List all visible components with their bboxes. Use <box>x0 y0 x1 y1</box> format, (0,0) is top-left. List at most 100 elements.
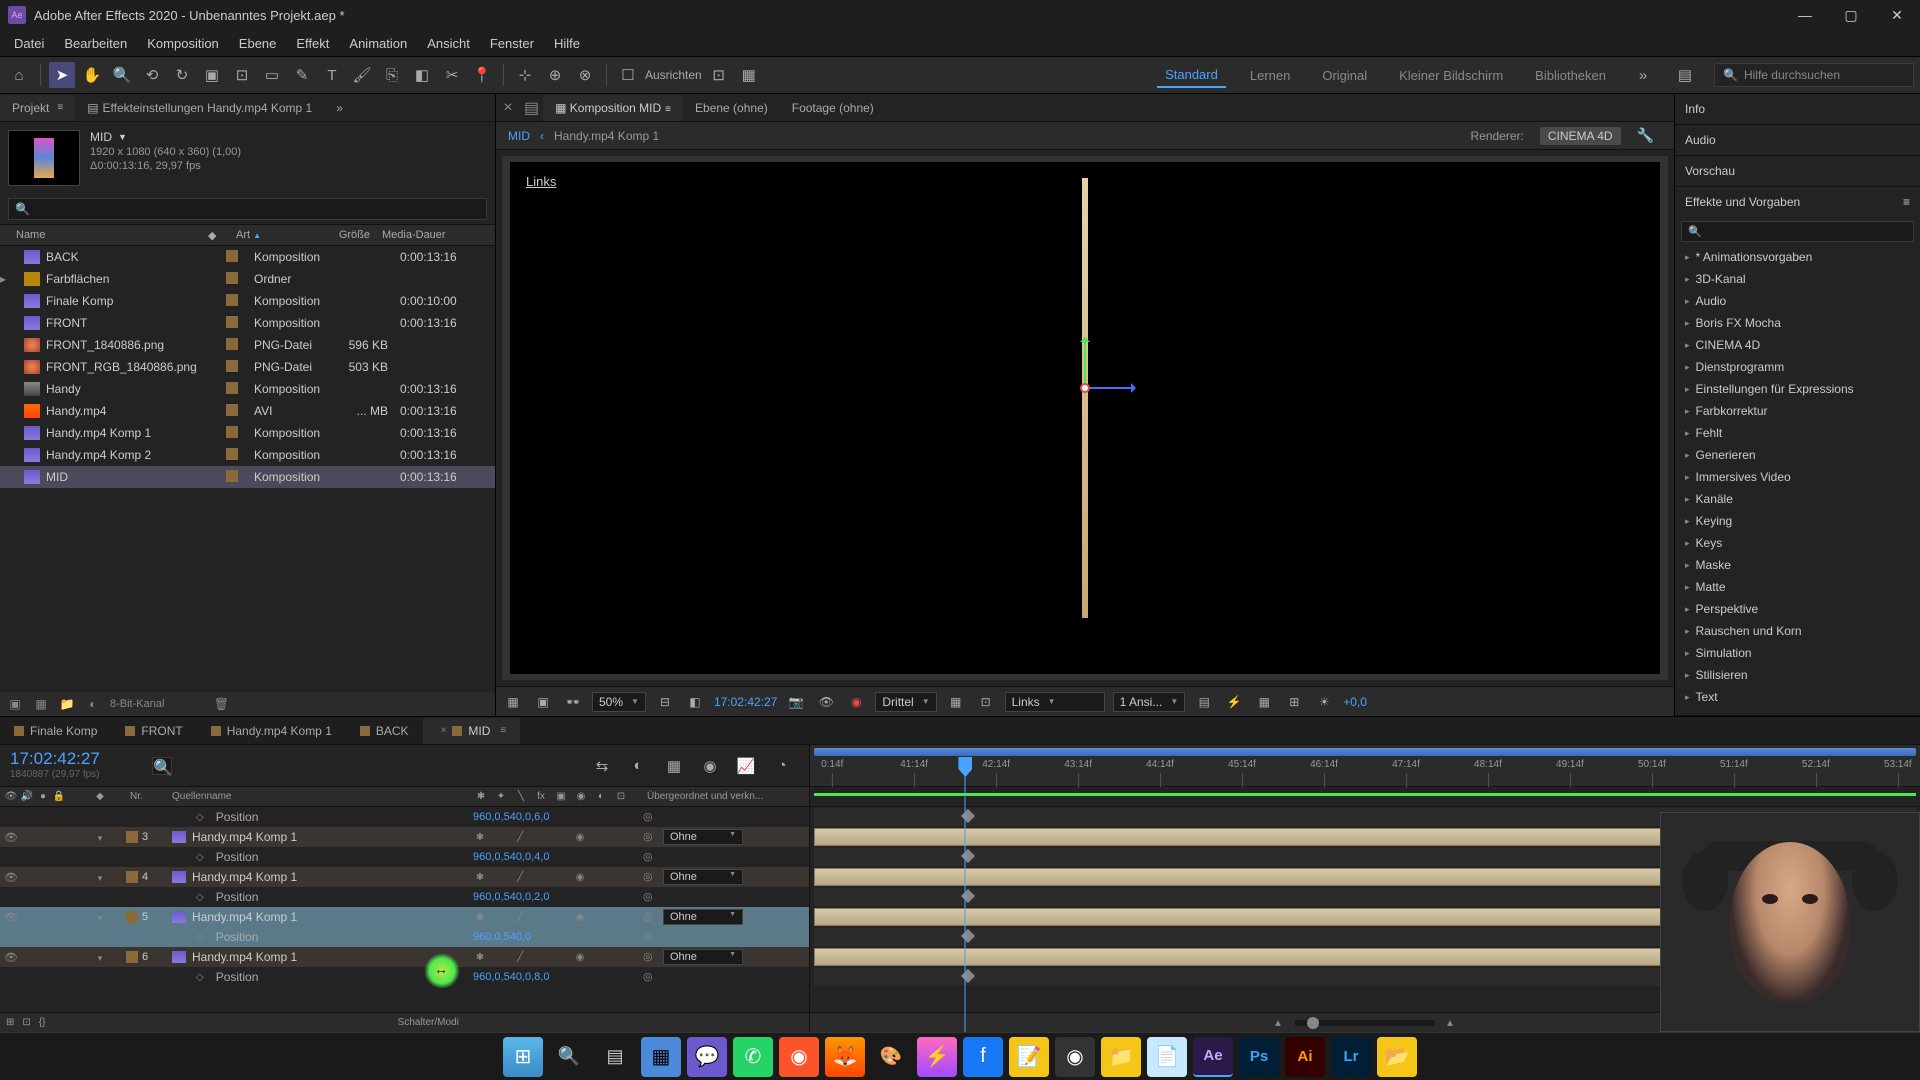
project-item[interactable]: FRONT_1840886.pngPNG-Datei596 KB <box>0 334 495 356</box>
taskbar-app-notepad[interactable]: 📄 <box>1147 1037 1187 1077</box>
menu-file[interactable]: Datei <box>4 32 54 55</box>
menu-effect[interactable]: Effekt <box>286 32 339 55</box>
time-ruler[interactable]: 0:14f41:14f42:14f43:14f44:14f45:14f46:14… <box>810 745 1920 787</box>
tab-footage[interactable]: Footage (ohne) <box>780 95 886 121</box>
adjustment-icon[interactable]: ◐ <box>84 695 102 713</box>
composition-viewer[interactable]: Links <box>502 156 1668 680</box>
hand-tool[interactable]: ✋ <box>79 62 105 88</box>
effects-panel-header[interactable]: Effekte und Vorgaben≡ <box>1675 187 1920 217</box>
viewer-timecode[interactable]: 17:02:42:27 <box>714 695 777 709</box>
menu-window[interactable]: Fenster <box>480 32 544 55</box>
breadcrumb-child[interactable]: Handy.mp4 Komp 1 <box>554 129 659 143</box>
brush-tool[interactable]: 🖌 <box>349 62 375 88</box>
tab-overflow[interactable]: » <box>324 95 355 121</box>
timeline-tab[interactable]: FRONT <box>111 718 196 744</box>
property-row[interactable]: Position960,0,540,0,8,0◎ <box>0 967 809 987</box>
timeline-zoom-slider[interactable] <box>1295 1020 1435 1026</box>
audio-panel-header[interactable]: Audio <box>1675 125 1920 155</box>
mask-toggle-icon[interactable]: 👓 <box>562 691 584 713</box>
taskbar-app-photoshop[interactable]: Ps <box>1239 1037 1279 1077</box>
frame-blend-icon[interactable]: ▦ <box>661 753 687 779</box>
keyframe[interactable] <box>961 969 975 983</box>
keyframe[interactable] <box>961 889 975 903</box>
shy-icon[interactable]: ◔ <box>769 753 795 779</box>
taskbar-app-brave[interactable]: ◉ <box>779 1037 819 1077</box>
col-size[interactable]: Größe <box>322 229 378 241</box>
snapshot-icon[interactable]: 📷 <box>785 691 807 713</box>
exposure-reset-icon[interactable]: ☀ <box>1313 691 1335 713</box>
maximize-button[interactable]: ▢ <box>1828 0 1874 30</box>
taskbar-app-edge[interactable]: ▦ <box>641 1037 681 1077</box>
layer-row[interactable]: 👁▾3Handy.mp4 Komp 1✱╱◉◎Ohne <box>0 827 809 847</box>
transparency-icon[interactable]: ▦ <box>945 691 967 713</box>
view-axis-icon[interactable]: ⊗ <box>572 62 598 88</box>
property-row[interactable]: Position960,0,540,0,6,0◎ <box>0 807 809 827</box>
menu-animation[interactable]: Animation <box>339 32 417 55</box>
work-area-bar[interactable] <box>814 748 1916 756</box>
effect-category[interactable]: ▸Stilisieren <box>1675 664 1920 686</box>
graph-editor-icon[interactable]: 📈 <box>733 753 759 779</box>
taskbar-app-messenger[interactable]: ⚡ <box>917 1037 957 1077</box>
col-source-name[interactable]: Quellenname <box>168 791 469 802</box>
pan-behind-tool[interactable]: ⊡ <box>229 62 255 88</box>
minimize-button[interactable]: — <box>1782 0 1828 30</box>
taskbar-app-figma[interactable]: 🎨 <box>871 1037 911 1077</box>
trash-icon[interactable]: 🗑 <box>212 695 230 713</box>
timeline-search[interactable]: 🔍 <box>152 757 172 775</box>
grid-toggle-icon[interactable]: ▣ <box>532 691 554 713</box>
effect-category[interactable]: ▸Maske <box>1675 554 1920 576</box>
effect-category[interactable]: ▸Keying <box>1675 510 1920 532</box>
fast-preview-icon[interactable]: ⚡ <box>1223 691 1245 713</box>
taskbar-app-other[interactable]: 📂 <box>1377 1037 1417 1077</box>
project-item[interactable]: Finale KompKomposition0:00:10:00 <box>0 290 495 312</box>
workspace-small[interactable]: Kleiner Bildschirm <box>1391 64 1511 87</box>
taskbar-app-illustrator[interactable]: Ai <box>1285 1037 1325 1077</box>
zoom-out-icon[interactable]: ▲ <box>1273 1018 1285 1028</box>
comp-lock-icon[interactable]: ▤ <box>520 98 543 118</box>
type-tool[interactable]: T <box>319 62 345 88</box>
project-item[interactable]: BACKKomposition0:00:13:16 <box>0 246 495 268</box>
timeline-tab[interactable]: BACK <box>346 718 423 744</box>
property-row[interactable]: Position960,0,540,0,4,0◎ <box>0 847 809 867</box>
pixel-aspect-icon[interactable]: ▤ <box>1193 691 1215 713</box>
y-axis-handle[interactable] <box>1084 338 1086 388</box>
res-auto-icon[interactable]: ⊟ <box>654 691 676 713</box>
info-panel-header[interactable]: Info <box>1675 94 1920 124</box>
renderer-value[interactable]: CINEMA 4D <box>1540 127 1621 145</box>
tab-project[interactable]: Projekt≡ <box>0 95 75 121</box>
col-parent[interactable]: Übergeordnet und verkn... <box>639 791 809 802</box>
pen-tool[interactable]: ✎ <box>289 62 315 88</box>
project-item[interactable]: Handy.mp4AVI... MB0:00:13:16 <box>0 400 495 422</box>
x-axis-handle[interactable] <box>1085 387 1135 389</box>
project-item[interactable]: MIDKomposition0:00:13:16 <box>0 466 495 488</box>
effect-category[interactable]: ▸Fehlt <box>1675 422 1920 444</box>
color-depth-button[interactable]: 8-Bit-Kanal <box>110 698 164 710</box>
menu-edit[interactable]: Bearbeiten <box>54 32 137 55</box>
tab-layer[interactable]: Ebene (ohne) <box>683 95 780 121</box>
effect-category[interactable]: ▸3D-Kanal <box>1675 268 1920 290</box>
shape-tool[interactable]: ▭ <box>259 62 285 88</box>
timeline-tab[interactable]: Handy.mp4 Komp 1 <box>197 718 346 744</box>
preview-panel-header[interactable]: Vorschau <box>1675 156 1920 186</box>
tab-effect-controls[interactable]: ▤Effekteinstellungen Handy.mp4 Komp 1 <box>75 95 324 121</box>
keyframe[interactable] <box>961 849 975 863</box>
taskbar-app-notes[interactable]: 📝 <box>1009 1037 1049 1077</box>
effect-category[interactable]: ▸* Animationsvorgaben <box>1675 246 1920 268</box>
effect-category[interactable]: ▸Keys <box>1675 532 1920 554</box>
layer-row[interactable]: 👁▾5Handy.mp4 Komp 1✱╱◉◎Ohne <box>0 907 809 927</box>
switches-modes-toggle[interactable]: Schalter/Modi <box>53 1017 803 1028</box>
col-label[interactable]: ◆ <box>208 229 236 242</box>
project-item[interactable]: HandyKomposition0:00:13:16 <box>0 378 495 400</box>
flowchart-icon[interactable]: ⊞ <box>1283 691 1305 713</box>
taskbar-search-icon[interactable]: 🔍 <box>549 1037 589 1077</box>
effect-category[interactable]: ▸Einstellungen für Expressions <box>1675 378 1920 400</box>
channel-icon[interactable]: ◉ <box>845 691 867 713</box>
toggle-inout-icon[interactable]: {} <box>39 1017 46 1028</box>
alpha-toggle-icon[interactable]: ▦ <box>502 691 524 713</box>
keyframe[interactable] <box>961 809 975 823</box>
menu-layer[interactable]: Ebene <box>229 32 287 55</box>
menu-view[interactable]: Ansicht <box>417 32 480 55</box>
panel-menu-icon[interactable]: ≡ <box>1903 195 1910 209</box>
renderer-settings-icon[interactable]: 🔧 <box>1629 125 1662 146</box>
camera-tool[interactable]: ▣ <box>199 62 225 88</box>
